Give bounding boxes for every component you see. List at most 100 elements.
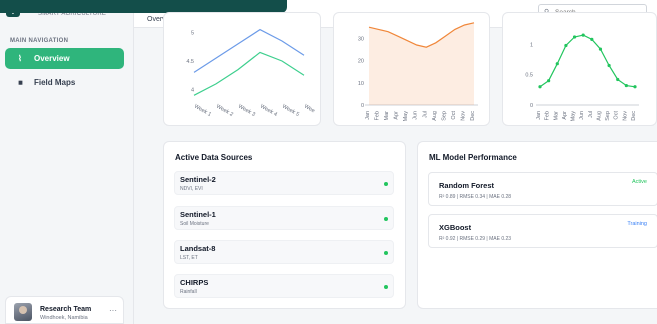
user-name: Research Team <box>40 306 92 313</box>
model-card-xgboost[interactable]: XGBoost R² 0.92 | RMSE 0.29 | MAE 0.23 T… <box>428 214 657 248</box>
user-card[interactable]: Research Team Windhoek, Namibia ··· <box>5 296 124 324</box>
avatar <box>14 303 32 321</box>
sidebar-item-field-maps[interactable]: ▮▮ Field Maps <box>5 72 124 93</box>
chart-card-weekly: 4 4.5 5 Week 1 Week 2 Week 3 Week 4 Week 5 Wee <box>163 12 321 126</box>
list-item[interactable]: Landsat-8 LST, ET <box>174 240 394 264</box>
data-point <box>572 35 577 39</box>
source-sub: NDVI, EVI <box>180 186 203 192</box>
x-tick-label: Apr <box>394 111 400 120</box>
x-tick-label: Sep <box>605 111 611 121</box>
model-metrics: R² 0.92 | RMSE 0.29 | MAE 0.23 <box>439 236 512 242</box>
status-badge: Active <box>632 179 647 185</box>
x-tick-label: Week 1 <box>193 104 212 118</box>
x-tick-label: Week 3 <box>237 104 256 118</box>
data-point <box>555 62 559 66</box>
status-badge: Training <box>627 221 647 227</box>
data-sources-panel: Active Data Sources Sentinel-2 NDVI, EVI… <box>163 141 406 309</box>
x-tick-label: Wee <box>303 104 316 115</box>
source-sub: Soil Moisture <box>180 221 209 227</box>
x-tick-label: Aug <box>432 111 438 121</box>
nav-heading: MAIN NAVIGATION <box>10 38 69 44</box>
y-tick-label: 4 <box>191 88 194 94</box>
model-name: Random Forest <box>439 181 495 190</box>
data-point <box>616 77 620 82</box>
chart-card-temperature: 0 10 20 30 Jan Feb Mar Apr May Jun Jul Aug Sep Oct Nov… <box>333 12 490 126</box>
model-card-random-forest[interactable]: Random Forest R² 0.89 | RMSE 0.34 | MAE … <box>428 172 657 206</box>
model-name: XGBoost <box>439 223 472 232</box>
data-point <box>607 63 611 68</box>
sidebar-item-label: Field Maps <box>34 78 76 87</box>
list-item[interactable]: CHIRPS Rainfall <box>174 274 394 298</box>
ml-performance-title: ML Model Performance <box>429 153 517 162</box>
series-line-0 <box>193 28 305 73</box>
y-tick-label: 0 <box>361 103 364 109</box>
y-tick-label: 20 <box>358 59 364 65</box>
sidebar-item-label: Overview <box>34 54 70 63</box>
y-tick-label: 0.5 <box>525 73 533 79</box>
source-sub: Rainfall <box>180 289 197 295</box>
monthly-area-chart: 0 10 20 30 Jan Feb Mar Apr May Jun Jul Aug Sep Oct Nov… <box>358 22 478 122</box>
data-point <box>538 85 542 89</box>
user-location: Windhoek, Namibia <box>40 315 88 321</box>
x-tick-label: Week 4 <box>259 104 278 118</box>
chart-line-icon: ⌇ <box>18 54 22 63</box>
x-tick-label: Aug <box>596 111 602 121</box>
series-line-0 <box>539 34 636 88</box>
data-point <box>598 47 603 51</box>
y-tick-label: 5 <box>191 30 194 36</box>
data-point <box>581 33 585 37</box>
ml-performance-panel: ML Model Performance Random Forest R² 0.… <box>417 141 657 309</box>
x-tick-label: Jun <box>413 111 419 120</box>
x-tick-label: Week 2 <box>215 104 234 118</box>
x-tick-label: Feb <box>375 111 381 120</box>
data-point <box>547 79 551 83</box>
x-tick-label: Nov <box>622 111 628 121</box>
x-tick-label: Jan <box>365 111 371 120</box>
source-name: Sentinel-2 <box>180 175 216 184</box>
data-point <box>633 85 637 89</box>
source-name: CHIRPS <box>180 278 209 287</box>
x-tick-label: Week 5 <box>281 104 300 118</box>
sidebar: ◆ SMART AGRICULTURE MAIN NAVIGATION ⌇ Ov… <box>0 0 134 324</box>
chart-card-seasonal: 0 0.5 1 Jan Feb Mar Apr May Jun Jul Aug Sep Oct Nov De… <box>502 12 657 126</box>
x-tick-label: Feb <box>545 111 551 120</box>
status-dot <box>384 285 388 289</box>
data-point <box>624 83 628 88</box>
x-tick-label: May <box>571 111 577 122</box>
x-tick-label: Dec <box>631 111 637 121</box>
y-tick-label: 1 <box>530 42 533 48</box>
data-sources-title: Active Data Sources <box>175 153 253 162</box>
list-item[interactable]: Sentinel-1 Soil Moisture <box>174 206 394 230</box>
x-tick-label: Sep <box>441 111 447 121</box>
list-item[interactable]: Sentinel-2 NDVI, EVI <box>174 171 394 195</box>
y-tick-label: 0 <box>530 103 533 109</box>
seasonal-line-chart: 0 0.5 1 Jan Feb Mar Apr May Jun Jul Aug Sep Oct Nov De… <box>525 33 639 122</box>
sidebar-item-overview[interactable]: ⌇ Overview <box>5 48 124 69</box>
x-tick-label: Jan <box>536 111 542 120</box>
y-tick-label: 30 <box>358 36 364 42</box>
x-tick-label: Mar <box>553 111 559 121</box>
x-tick-label: May <box>403 111 409 122</box>
x-tick-label: Oct <box>614 111 620 120</box>
x-tick-label: Nov <box>460 111 466 121</box>
y-tick-label: 4.5 <box>186 59 194 65</box>
y-tick-label: 10 <box>358 81 364 87</box>
status-dot <box>384 251 388 255</box>
x-tick-label: Jul <box>422 111 428 118</box>
x-tick-label: Jun <box>579 111 585 120</box>
weekly-line-chart: 4 4.5 5 Week 1 Week 2 Week 3 Week 4 Week 5 Wee <box>186 28 316 118</box>
status-dot <box>384 217 388 221</box>
source-name: Sentinel-1 <box>180 210 216 219</box>
series-line-1 <box>193 51 305 96</box>
source-name: Landsat-8 <box>180 244 216 253</box>
more-options-icon[interactable]: ··· <box>109 306 117 315</box>
status-dot <box>384 182 388 186</box>
data-point <box>564 43 568 48</box>
model-metrics: R² 0.89 | RMSE 0.34 | MAE 0.28 <box>439 194 512 200</box>
x-tick-label: Mar <box>384 111 390 121</box>
x-tick-label: Oct <box>451 111 457 120</box>
x-tick-label: Apr <box>562 111 568 120</box>
x-tick-label: Dec <box>470 111 476 121</box>
source-sub: LST, ET <box>180 255 198 261</box>
x-tick-label: Jul <box>588 111 594 118</box>
